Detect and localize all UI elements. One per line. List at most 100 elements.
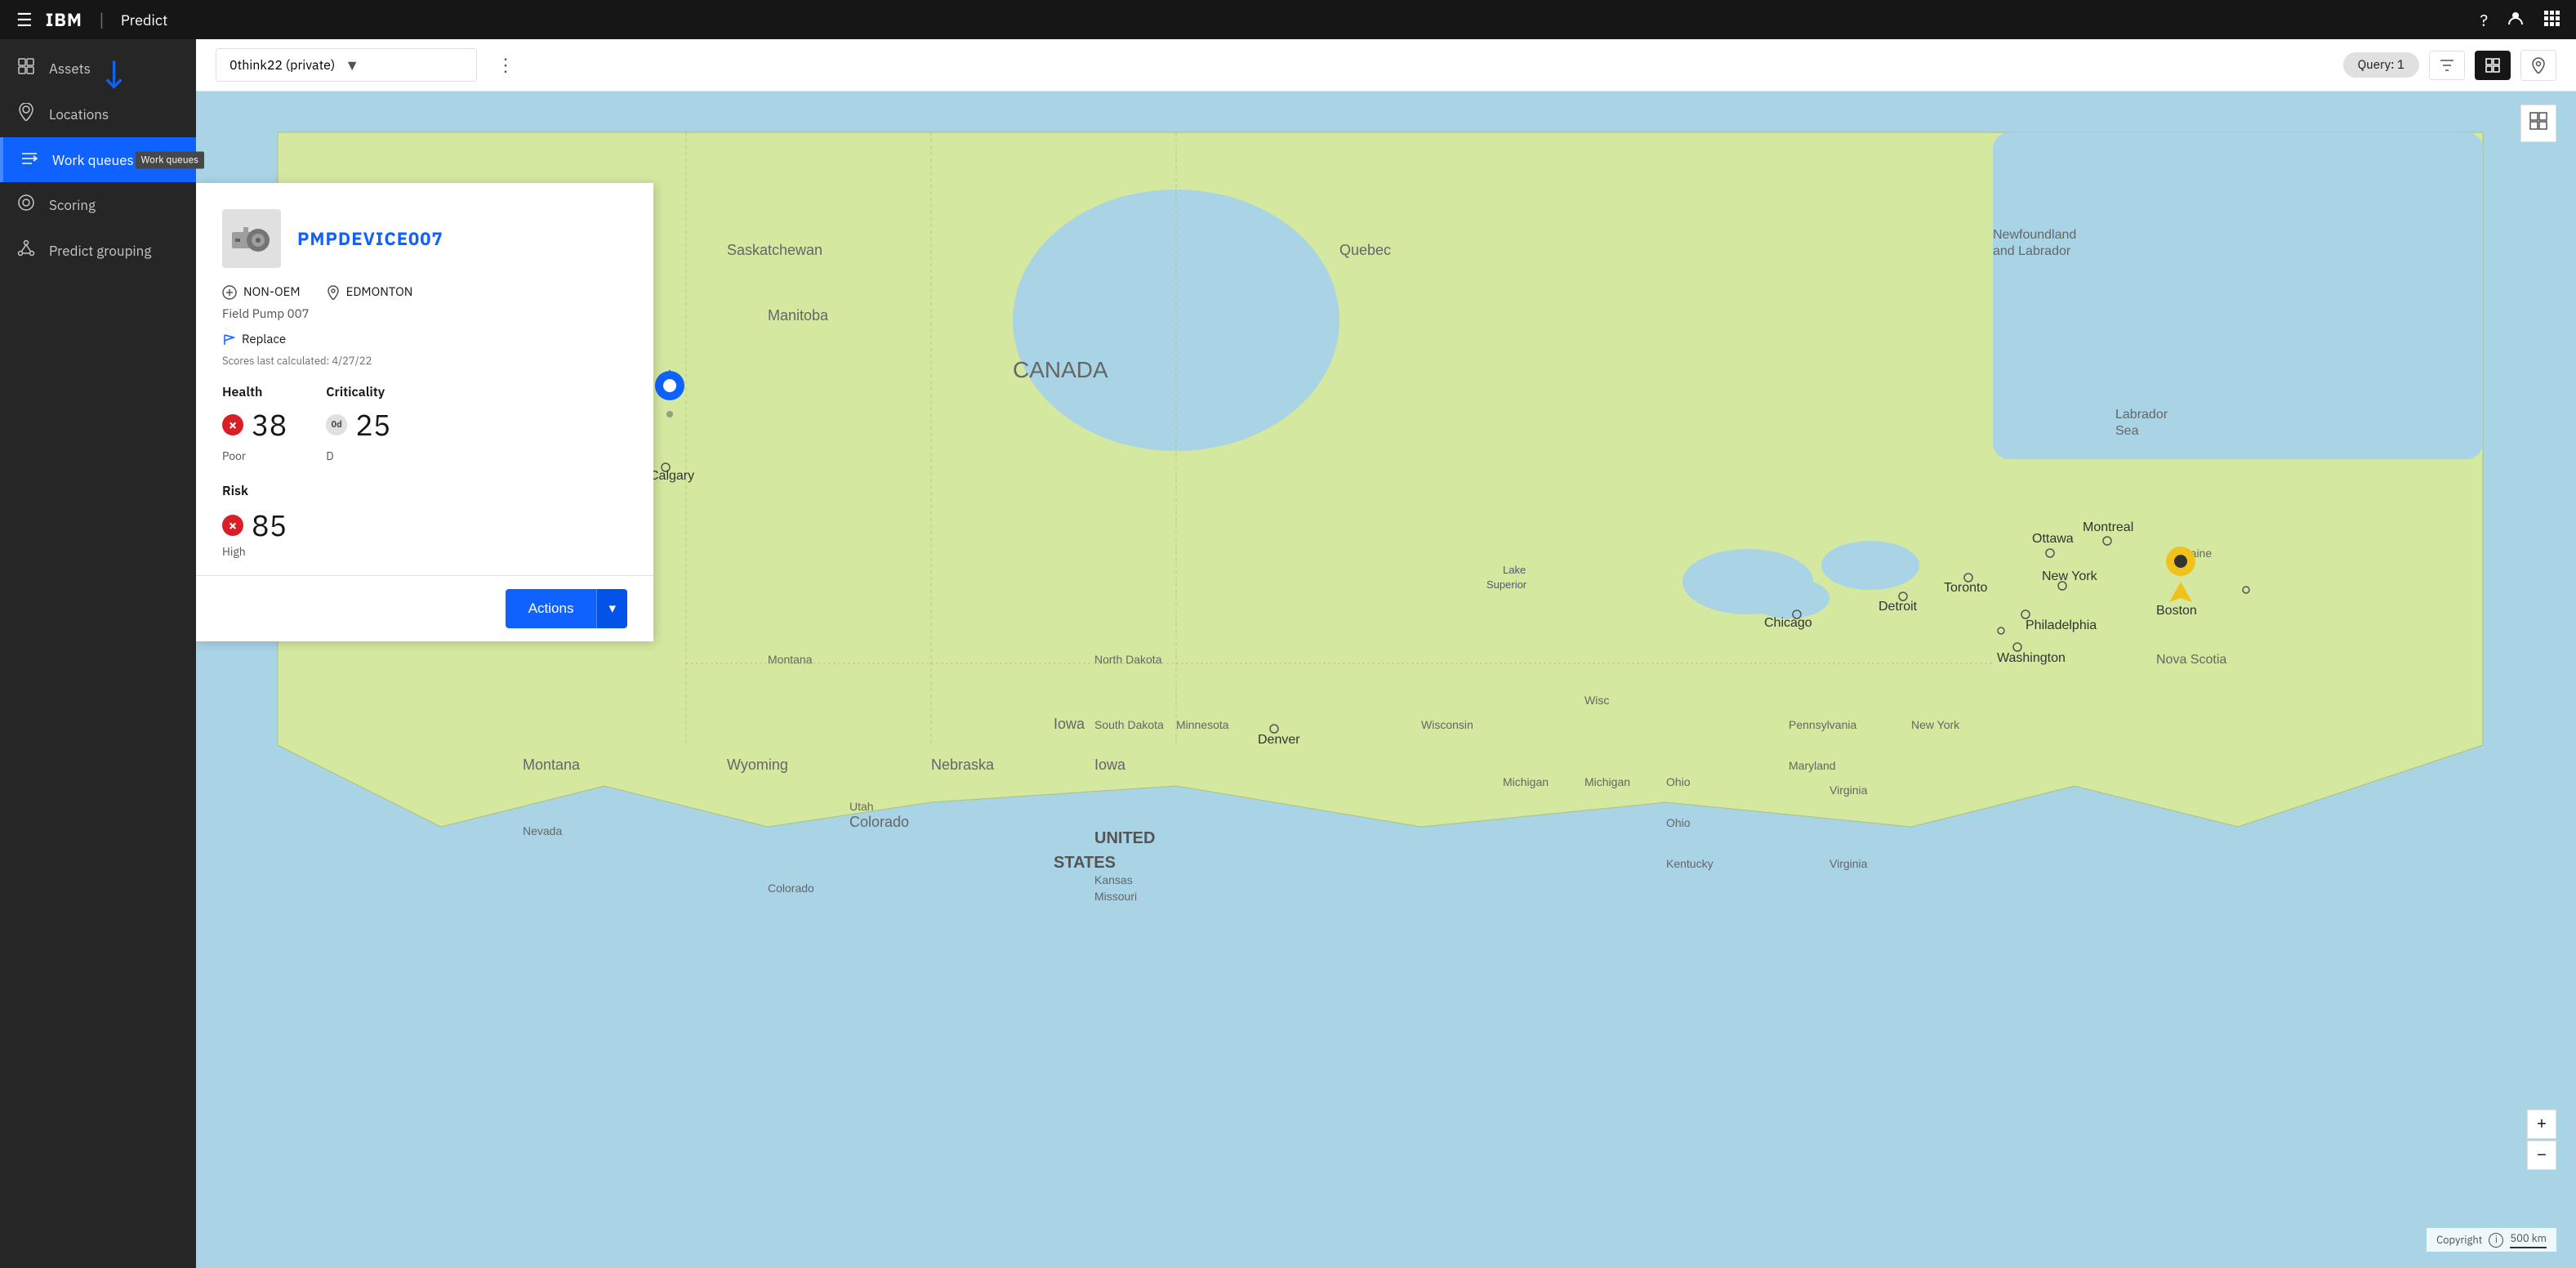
card-device-name: Field Pump 007 bbox=[222, 306, 627, 322]
predict-grouping-label: Predict grouping bbox=[49, 242, 151, 260]
work-queues-icon bbox=[20, 149, 39, 171]
svg-text:Kansas: Kansas bbox=[1094, 873, 1133, 886]
card-actions-row: Actions ▾ bbox=[196, 575, 653, 641]
map-view-button[interactable] bbox=[2520, 50, 2556, 81]
svg-text:Philadelphia: Philadelphia bbox=[2026, 618, 2097, 632]
criticality-value-row: 0d 25 bbox=[326, 405, 390, 444]
svg-text:Iowa: Iowa bbox=[1054, 716, 1085, 732]
svg-text:Lake: Lake bbox=[1503, 564, 1526, 576]
svg-text:Montana: Montana bbox=[768, 653, 813, 666]
svg-text:Calgary: Calgary bbox=[649, 469, 694, 483]
more-options-icon[interactable]: ⋮ bbox=[497, 53, 515, 77]
svg-text:Montreal: Montreal bbox=[2083, 520, 2133, 534]
ibm-logo: IBM bbox=[46, 8, 82, 32]
svg-text:Ohio: Ohio bbox=[1666, 775, 1691, 788]
list-view-button[interactable] bbox=[2475, 51, 2511, 80]
svg-text:Montana: Montana bbox=[523, 757, 581, 773]
criticality-block: Criticality 0d 25 D bbox=[326, 384, 390, 463]
svg-text:Ohio: Ohio bbox=[1666, 816, 1691, 829]
scores-date: Scores last calculated: 4/27/22 bbox=[222, 354, 627, 368]
work-queues-label: Work queues bbox=[52, 151, 134, 169]
device-card: PMPDEVICE007 NON-OEM bbox=[196, 183, 653, 641]
criticality-grade-icon: 0d bbox=[326, 414, 347, 435]
svg-text:Chicago: Chicago bbox=[1764, 616, 1812, 630]
help-icon[interactable]: ? bbox=[2480, 9, 2488, 31]
health-score: 38 bbox=[252, 405, 287, 444]
copyright-text: Copyright bbox=[2436, 1233, 2482, 1247]
health-criticality-row: Health × 38 Poor Criticality 0d 25 bbox=[222, 384, 627, 463]
svg-text:UNITED: UNITED bbox=[1094, 829, 1155, 847]
user-icon[interactable] bbox=[2507, 9, 2524, 31]
svg-text:Pennsylvania: Pennsylvania bbox=[1789, 718, 1856, 731]
actions-dropdown-button[interactable]: ▾ bbox=[596, 589, 627, 628]
svg-text:New York: New York bbox=[1911, 718, 1960, 731]
svg-text:Nebraska: Nebraska bbox=[931, 757, 995, 773]
svg-text:Virginia: Virginia bbox=[1829, 857, 1868, 870]
svg-text:New York: New York bbox=[2042, 569, 2098, 583]
svg-text:Iowa: Iowa bbox=[1094, 757, 1126, 773]
zoom-out-button[interactable]: − bbox=[2527, 1141, 2556, 1170]
query-badge: Query: 1 bbox=[2343, 52, 2419, 78]
product-name: Predict bbox=[121, 11, 167, 29]
filter-button[interactable] bbox=[2429, 51, 2465, 80]
svg-text:Denver: Denver bbox=[1258, 733, 1300, 747]
svg-text:and Labrador: and Labrador bbox=[1993, 244, 2071, 258]
svg-text:Minnesota: Minnesota bbox=[1176, 718, 1229, 731]
card-device-info: PMPDEVICE007 bbox=[297, 227, 443, 251]
map-copyright: Copyright i 500 km bbox=[2427, 1228, 2556, 1252]
scoring-label: Scoring bbox=[49, 196, 96, 214]
sidebar-item-work-queues[interactable]: Work queues Work queues bbox=[0, 137, 196, 182]
svg-text:North Dakota: North Dakota bbox=[1094, 653, 1162, 666]
svg-text:Wisc: Wisc bbox=[1584, 694, 1609, 707]
risk-score: 85 bbox=[252, 506, 287, 544]
menu-icon[interactable]: ☰ bbox=[16, 8, 33, 32]
card-flag: Replace bbox=[222, 332, 627, 347]
scoring-icon bbox=[16, 194, 36, 217]
svg-text:Michigan: Michigan bbox=[1503, 775, 1549, 788]
main-layout: ↓ Assets Locations bbox=[0, 39, 2576, 1268]
svg-text:Washington: Washington bbox=[1997, 651, 2066, 665]
criticality-grade-text: D bbox=[326, 449, 390, 463]
device-image bbox=[222, 209, 281, 268]
svg-text:Nevada: Nevada bbox=[523, 824, 562, 837]
header-right-actions: Query: 1 bbox=[2343, 50, 2556, 81]
svg-text:Sea: Sea bbox=[2115, 424, 2139, 438]
health-status-icon: × bbox=[222, 414, 243, 435]
dataset-dropdown[interactable]: 0think22 (private) ▼ bbox=[216, 48, 477, 82]
card-header: PMPDEVICE007 bbox=[222, 209, 627, 268]
sidebar-item-predict-grouping[interactable]: Predict grouping bbox=[0, 228, 196, 274]
scale-bar: 500 km bbox=[2510, 1231, 2547, 1248]
svg-text:Kentucky: Kentucky bbox=[1666, 857, 1714, 870]
svg-text:Boston: Boston bbox=[2156, 604, 2197, 618]
predict-grouping-icon bbox=[16, 239, 36, 262]
content-header: 0think22 (private) ▼ ⋮ Query: 1 bbox=[196, 39, 2576, 92]
map-grid-toggle[interactable] bbox=[2520, 105, 2556, 142]
svg-text:Labrador: Labrador bbox=[2115, 408, 2168, 422]
svg-text:Colorado: Colorado bbox=[849, 814, 909, 830]
dropdown-chevron-icon: ▼ bbox=[345, 56, 359, 74]
svg-text:South Dakota: South Dakota bbox=[1094, 718, 1164, 731]
svg-text:Wyoming: Wyoming bbox=[727, 757, 788, 773]
risk-label: Risk bbox=[222, 483, 627, 499]
health-block: Health × 38 Poor bbox=[222, 384, 287, 463]
criticality-label: Criticality bbox=[326, 384, 390, 400]
sidebar-item-scoring[interactable]: Scoring bbox=[0, 182, 196, 228]
map-area[interactable]: CANADA Manitoba Saskatchewan Alberta Que… bbox=[196, 92, 2576, 1268]
health-label: Health bbox=[222, 384, 287, 400]
actions-button[interactable]: Actions bbox=[506, 589, 597, 628]
apps-icon[interactable] bbox=[2543, 9, 2560, 31]
device-tag: NON-OEM bbox=[243, 284, 301, 300]
assets-label: Assets bbox=[49, 60, 91, 78]
device-id: PMPDEVICE007 bbox=[297, 227, 443, 251]
device-location: EDMONTON bbox=[346, 284, 413, 300]
svg-text:Michigan: Michigan bbox=[1584, 775, 1630, 788]
svg-text:Ottawa: Ottawa bbox=[2032, 532, 2074, 546]
dropdown-text: 0think22 (private) bbox=[230, 57, 335, 74]
zoom-in-button[interactable]: + bbox=[2527, 1110, 2556, 1139]
svg-text:Utah: Utah bbox=[849, 800, 874, 813]
sidebar-item-assets[interactable]: Assets bbox=[0, 46, 196, 92]
svg-text:CANADA: CANADA bbox=[1013, 357, 1108, 382]
risk-status-icon: × bbox=[222, 515, 243, 536]
assets-icon bbox=[16, 57, 36, 80]
sidebar-item-locations[interactable]: Locations bbox=[0, 92, 196, 137]
